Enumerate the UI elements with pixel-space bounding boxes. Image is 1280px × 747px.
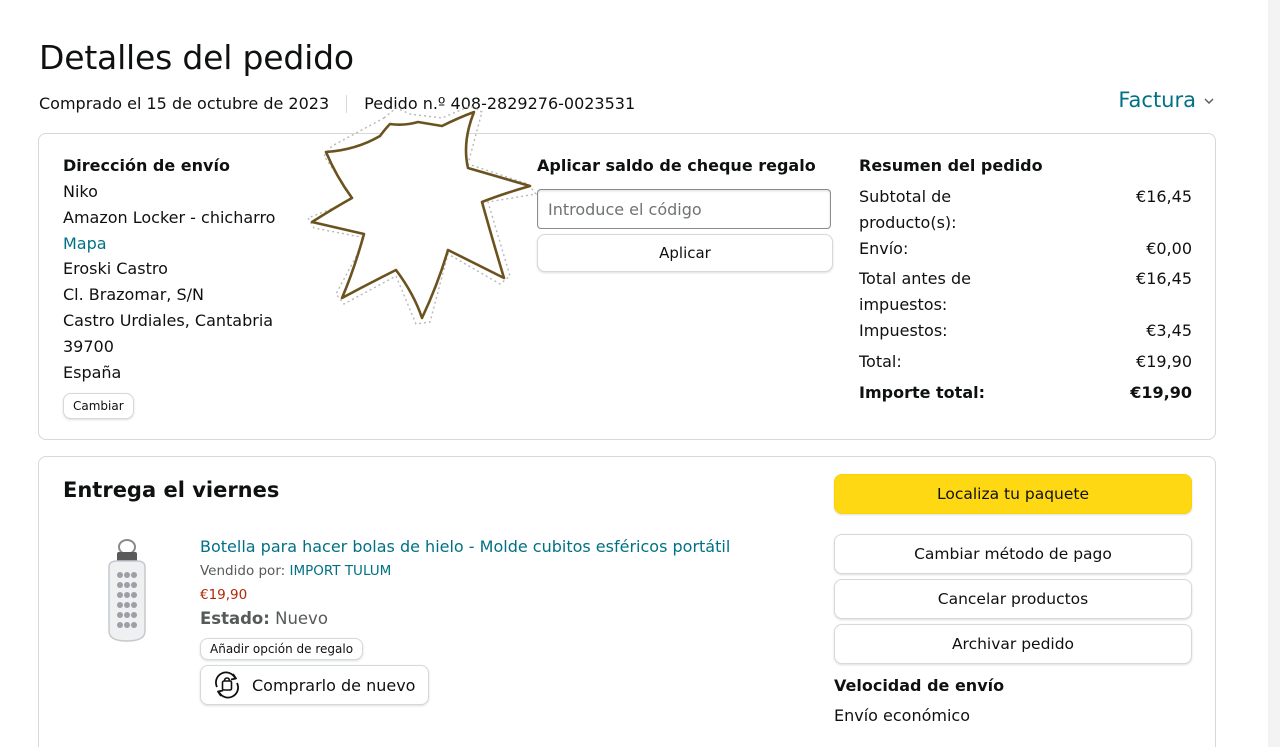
summary-row-shipping: Envío: €0,00 <box>859 236 1192 262</box>
shipping-address-title: Dirección de envío <box>63 156 230 175</box>
product-condition: Estado: Nuevo <box>200 607 800 631</box>
address-line1: Amazon Locker - chicharro <box>63 207 276 227</box>
summary-label: Total: <box>859 351 902 371</box>
summary-row-total: Total: €19,90 <box>859 349 1192 375</box>
order-info-card: Dirección de envío Niko Amazon Locker - … <box>38 133 1216 440</box>
address-line2: Eroski Castro <box>63 259 168 279</box>
buy-again-label: Comprarlo de nuevo <box>252 675 416 695</box>
summary-row-pretax: Total antes de impuestos: €16,45 <box>859 266 1192 318</box>
address-line4: Castro Urdiales, Cantabria <box>63 310 274 330</box>
buy-again-button[interactable]: Comprarlo de nuevo <box>200 665 430 705</box>
sold-by-label: Vendido por: <box>200 563 286 579</box>
invoice-label: Factura <box>1118 88 1196 112</box>
summary-value: €16,45 <box>1136 187 1192 206</box>
meta-divider <box>346 94 348 113</box>
gift-card-title: Aplicar saldo de cheque regalo <box>537 156 816 175</box>
change-payment-button[interactable]: Cambiar método de pago <box>834 534 1192 574</box>
summary-label: Impuestos: <box>859 320 948 340</box>
order-number: Pedido n.º 408-2829276-0023531 <box>364 94 636 113</box>
summary-row-subtotal: Subtotal de producto(s): €16,45 <box>859 184 1192 236</box>
gift-option-button[interactable]: Añadir opción de regalo <box>200 638 364 660</box>
summary-value: €16,45 <box>1136 269 1192 289</box>
address-line3: Cl. Brazomar, S/N <box>63 285 204 305</box>
condition-label: Estado: <box>200 609 270 628</box>
summary-label: Total antes de impuestos: <box>859 269 971 315</box>
summary-row-grand-total: Importe total: €19,90 <box>859 380 1192 406</box>
summary-value: €3,45 <box>1146 320 1192 340</box>
sold-by: Vendido por: IMPORT TULUM <box>200 561 800 581</box>
delivery-card: Entrega el viernes Botella para hacer bo… <box>38 456 1216 747</box>
gift-code-input[interactable] <box>537 189 831 229</box>
order-summary-section: Resumen del pedido Subtotal de producto(… <box>859 155 1192 405</box>
archive-order-button[interactable]: Archivar pedido <box>834 624 1192 664</box>
country: España <box>63 362 122 382</box>
product-title-link[interactable]: Botella para hacer bolas de hielo - Mold… <box>200 536 800 558</box>
summary-row-tax: Impuestos: €3,45 <box>859 318 1192 344</box>
recipient-name: Niko <box>63 182 98 201</box>
map-link[interactable]: Mapa <box>63 231 275 257</box>
chevron-down-icon <box>1204 93 1214 107</box>
order-actions: Localiza tu paquete Cambiar método de pa… <box>834 474 1192 727</box>
summary-value: €0,00 <box>1146 238 1192 258</box>
purchase-date: Comprado el 15 de octubre de 2023 <box>39 94 330 113</box>
page-title: Detalles del pedido <box>39 38 354 77</box>
summary-value: €19,90 <box>1130 382 1192 402</box>
order-summary-title: Resumen del pedido <box>859 156 1043 175</box>
change-address-button[interactable]: Cambiar <box>63 393 134 420</box>
product-info: Botella para hacer bolas de hielo - Mold… <box>200 536 800 705</box>
buy-again-cycle-icon <box>215 671 239 699</box>
shipping-speed-value: Envío económico <box>834 706 971 725</box>
shipping-address-section: Dirección de envío Niko Amazon Locker - … <box>63 155 276 420</box>
postal-code: 39700 <box>63 336 114 356</box>
summary-value: €19,90 <box>1136 351 1192 371</box>
track-package-button[interactable]: Localiza tu paquete <box>834 474 1192 514</box>
summary-label: Subtotal de producto(s): <box>859 187 957 232</box>
summary-label: Importe total: <box>859 382 985 402</box>
cancel-items-button[interactable]: Cancelar productos <box>834 579 1192 619</box>
invoice-dropdown[interactable]: Factura <box>1118 88 1214 112</box>
shipping-speed-title: Velocidad de envío <box>834 676 1005 695</box>
apply-gift-button[interactable]: Aplicar <box>537 234 833 272</box>
seller-link[interactable]: IMPORT TULUM <box>289 563 391 579</box>
product-price: €19,90 <box>200 587 248 603</box>
scrollbar-track[interactable] <box>1268 0 1280 747</box>
delivery-title: Entrega el viernes <box>63 478 280 502</box>
product-thumbnail[interactable] <box>99 539 155 643</box>
gift-card-section: Aplicar saldo de cheque regalo Aplicar <box>537 155 833 272</box>
order-meta: Comprado el 15 de octubre de 2023 Pedido… <box>39 94 635 113</box>
condition-value: Nuevo <box>275 609 328 628</box>
summary-label: Envío: <box>859 238 909 258</box>
